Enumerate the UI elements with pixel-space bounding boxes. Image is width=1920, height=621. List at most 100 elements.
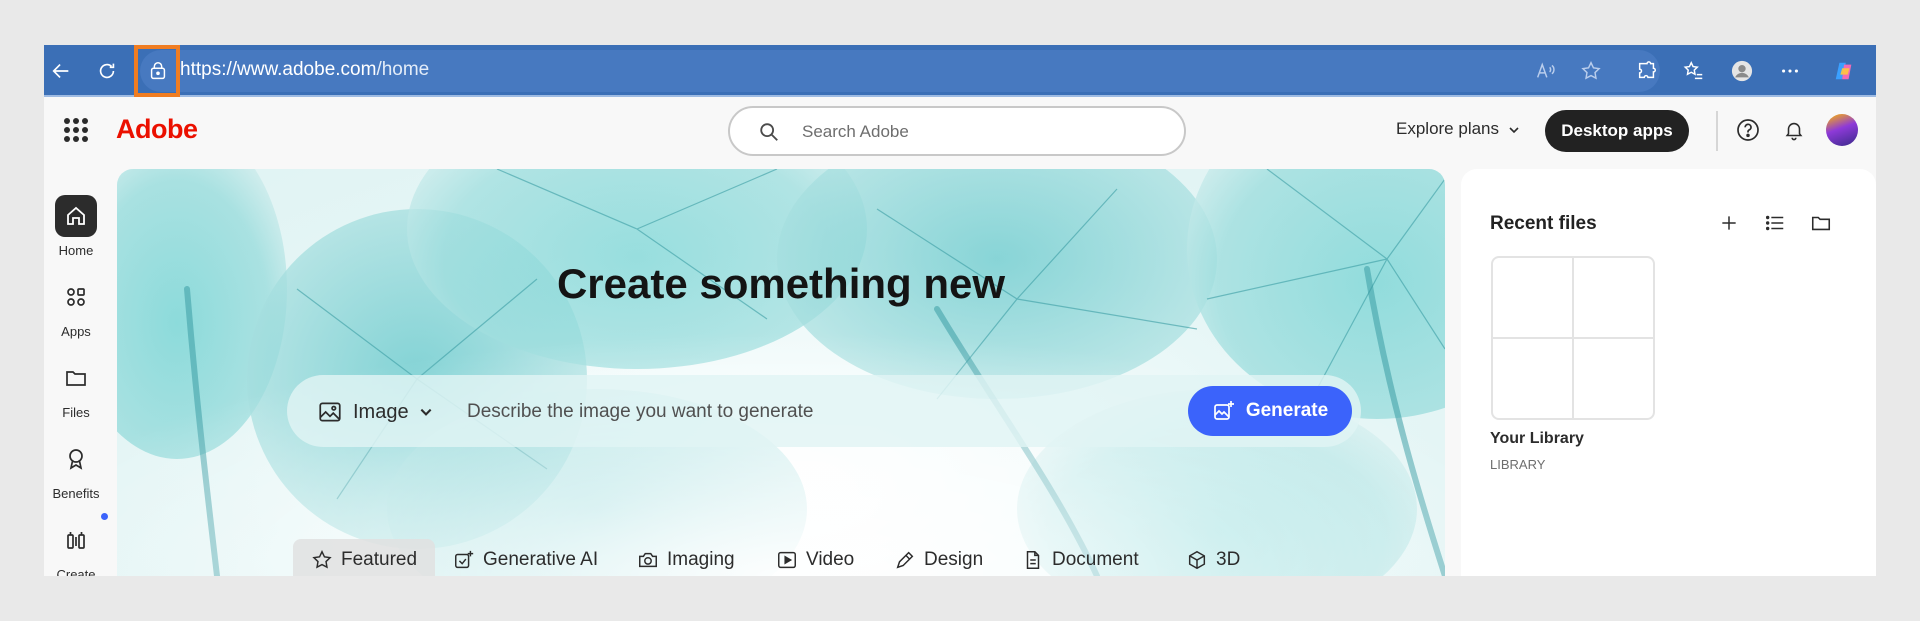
- tab-label: Generative AI: [483, 549, 599, 570]
- hero-banner: Create something new Image Describe the …: [117, 169, 1445, 576]
- search-icon: [760, 123, 778, 141]
- adobe-logo[interactable]: Adobe: [116, 114, 198, 145]
- library-name[interactable]: Your Library: [1490, 430, 1584, 448]
- tab-label: Featured: [341, 549, 418, 570]
- nav-label-create: Create: [56, 567, 96, 576]
- extensions-button[interactable]: [1632, 56, 1662, 86]
- chevron-down-icon: [1509, 126, 1519, 133]
- cube-icon: [1188, 550, 1206, 570]
- app-switcher-icon[interactable]: [64, 118, 88, 142]
- url-path: /home: [376, 59, 430, 80]
- nav-label-home: Home: [58, 243, 94, 258]
- refresh-icon: [99, 63, 115, 79]
- profile-button[interactable]: [1727, 56, 1757, 86]
- camera-icon: [639, 552, 657, 568]
- search-placeholder: Search Adobe: [802, 122, 909, 141]
- header-divider: [1716, 111, 1718, 151]
- open-folder-button[interactable]: [1807, 209, 1835, 237]
- help-button[interactable]: [1735, 117, 1761, 143]
- star-outline-icon: [1581, 61, 1601, 80]
- list-view-button[interactable]: [1761, 209, 1789, 237]
- back-button[interactable]: [46, 56, 76, 86]
- copilot-icon: [1835, 62, 1852, 80]
- copilot-button[interactable]: [1829, 56, 1859, 86]
- favorites-button[interactable]: [1679, 56, 1709, 86]
- tab-label: Design: [924, 549, 984, 570]
- tab-label: 3D: [1216, 549, 1241, 570]
- add-file-button[interactable]: [1715, 209, 1743, 237]
- sparkle-icon: [455, 550, 474, 569]
- puzzle-icon: [1638, 61, 1656, 79]
- image-icon: [319, 402, 341, 422]
- document-icon: [1026, 551, 1040, 569]
- favorites-list-icon: [1683, 61, 1703, 80]
- generate-button[interactable]: Generate: [1188, 386, 1352, 436]
- favorite-button[interactable]: [1576, 56, 1606, 86]
- list-icon: [1765, 215, 1784, 231]
- create-icon: [55, 513, 108, 561]
- read-aloud-button[interactable]: [1530, 56, 1560, 86]
- search-input[interactable]: Search Adobe: [728, 106, 1186, 156]
- apps-icon: [55, 276, 97, 318]
- pen-icon: [896, 551, 914, 569]
- nav-label-benefits: Benefits: [52, 486, 100, 501]
- tab-video[interactable]: Video: [758, 539, 872, 576]
- generate-bar: Image Describe the image you want to gen…: [287, 375, 1361, 447]
- folder-icon: [55, 357, 97, 399]
- library-type: LIBRARY: [1490, 457, 1546, 472]
- highlight-box: [134, 45, 180, 97]
- explore-plans-label: Explore plans: [1396, 119, 1500, 138]
- nav-item-benefits[interactable]: Benefits: [44, 438, 108, 501]
- url-domain: https://www.adobe.com: [180, 59, 377, 80]
- plus-icon: [1722, 216, 1736, 230]
- tab-3d[interactable]: 3D: [1168, 539, 1258, 576]
- read-aloud-icon: [1536, 62, 1555, 78]
- recent-files-title: Recent files: [1490, 213, 1597, 234]
- notifications-button[interactable]: [1781, 117, 1807, 143]
- hero-background-image: [117, 169, 1445, 576]
- media-type-dropdown[interactable]: Image: [317, 399, 433, 425]
- folder-icon: [1811, 216, 1831, 231]
- tab-imaging[interactable]: Imaging: [619, 539, 753, 576]
- nav-label-apps: Apps: [61, 324, 91, 339]
- recent-files-panel: Recent files Your Library LIBRARY: [1461, 169, 1876, 576]
- chevron-down-icon: [420, 408, 432, 416]
- hero-title: Create something new: [556, 260, 1006, 307]
- generate-label: Generate: [1245, 400, 1329, 421]
- library-thumbnail[interactable]: [1491, 256, 1655, 420]
- nav-item-create[interactable]: Create: [44, 513, 108, 576]
- desktop-apps-button[interactable]: Desktop apps: [1545, 110, 1689, 152]
- nav-item-files[interactable]: Files: [44, 357, 108, 420]
- more-button[interactable]: [1775, 56, 1805, 86]
- media-type-label: Image: [353, 400, 409, 423]
- refresh-button[interactable]: [92, 56, 122, 86]
- tab-label: Document: [1052, 549, 1139, 570]
- help-icon: [1737, 119, 1759, 141]
- sparkle-image-icon: [1213, 401, 1234, 420]
- browser-toolbar: https://www.adobe.com/home: [44, 45, 1876, 97]
- notification-dot: [101, 513, 108, 520]
- profile-icon: [1731, 60, 1753, 82]
- prompt-input[interactable]: Describe the image you want to generate: [467, 401, 813, 423]
- award-icon: [55, 438, 97, 480]
- play-icon: [778, 551, 796, 569]
- tab-generative-ai[interactable]: Generative AI: [435, 539, 616, 576]
- nav-item-home[interactable]: Home: [44, 195, 108, 258]
- bell-icon: [1785, 122, 1803, 141]
- tab-featured[interactable]: Featured: [293, 539, 436, 576]
- star-icon: [312, 550, 332, 569]
- avatar[interactable]: [1826, 114, 1858, 146]
- url-text[interactable]: https://www.adobe.com/home: [180, 59, 429, 81]
- explore-plans-button[interactable]: Explore plans: [1396, 119, 1520, 139]
- home-icon: [55, 195, 97, 237]
- back-arrow-icon: [52, 63, 69, 79]
- tab-label: Imaging: [667, 549, 735, 570]
- tab-document[interactable]: Document: [1004, 539, 1157, 576]
- browser-window: https://www.adobe.com/home Adobe Search …: [44, 45, 1876, 576]
- nav-item-apps[interactable]: Apps: [44, 276, 108, 339]
- tab-design[interactable]: Design: [876, 539, 1001, 576]
- nav-label-files: Files: [62, 405, 90, 420]
- tab-label: Video: [806, 549, 855, 570]
- site-header: Adobe Search Adobe Explore plans Desktop…: [44, 99, 1876, 161]
- more-dots-icon: [1782, 69, 1798, 73]
